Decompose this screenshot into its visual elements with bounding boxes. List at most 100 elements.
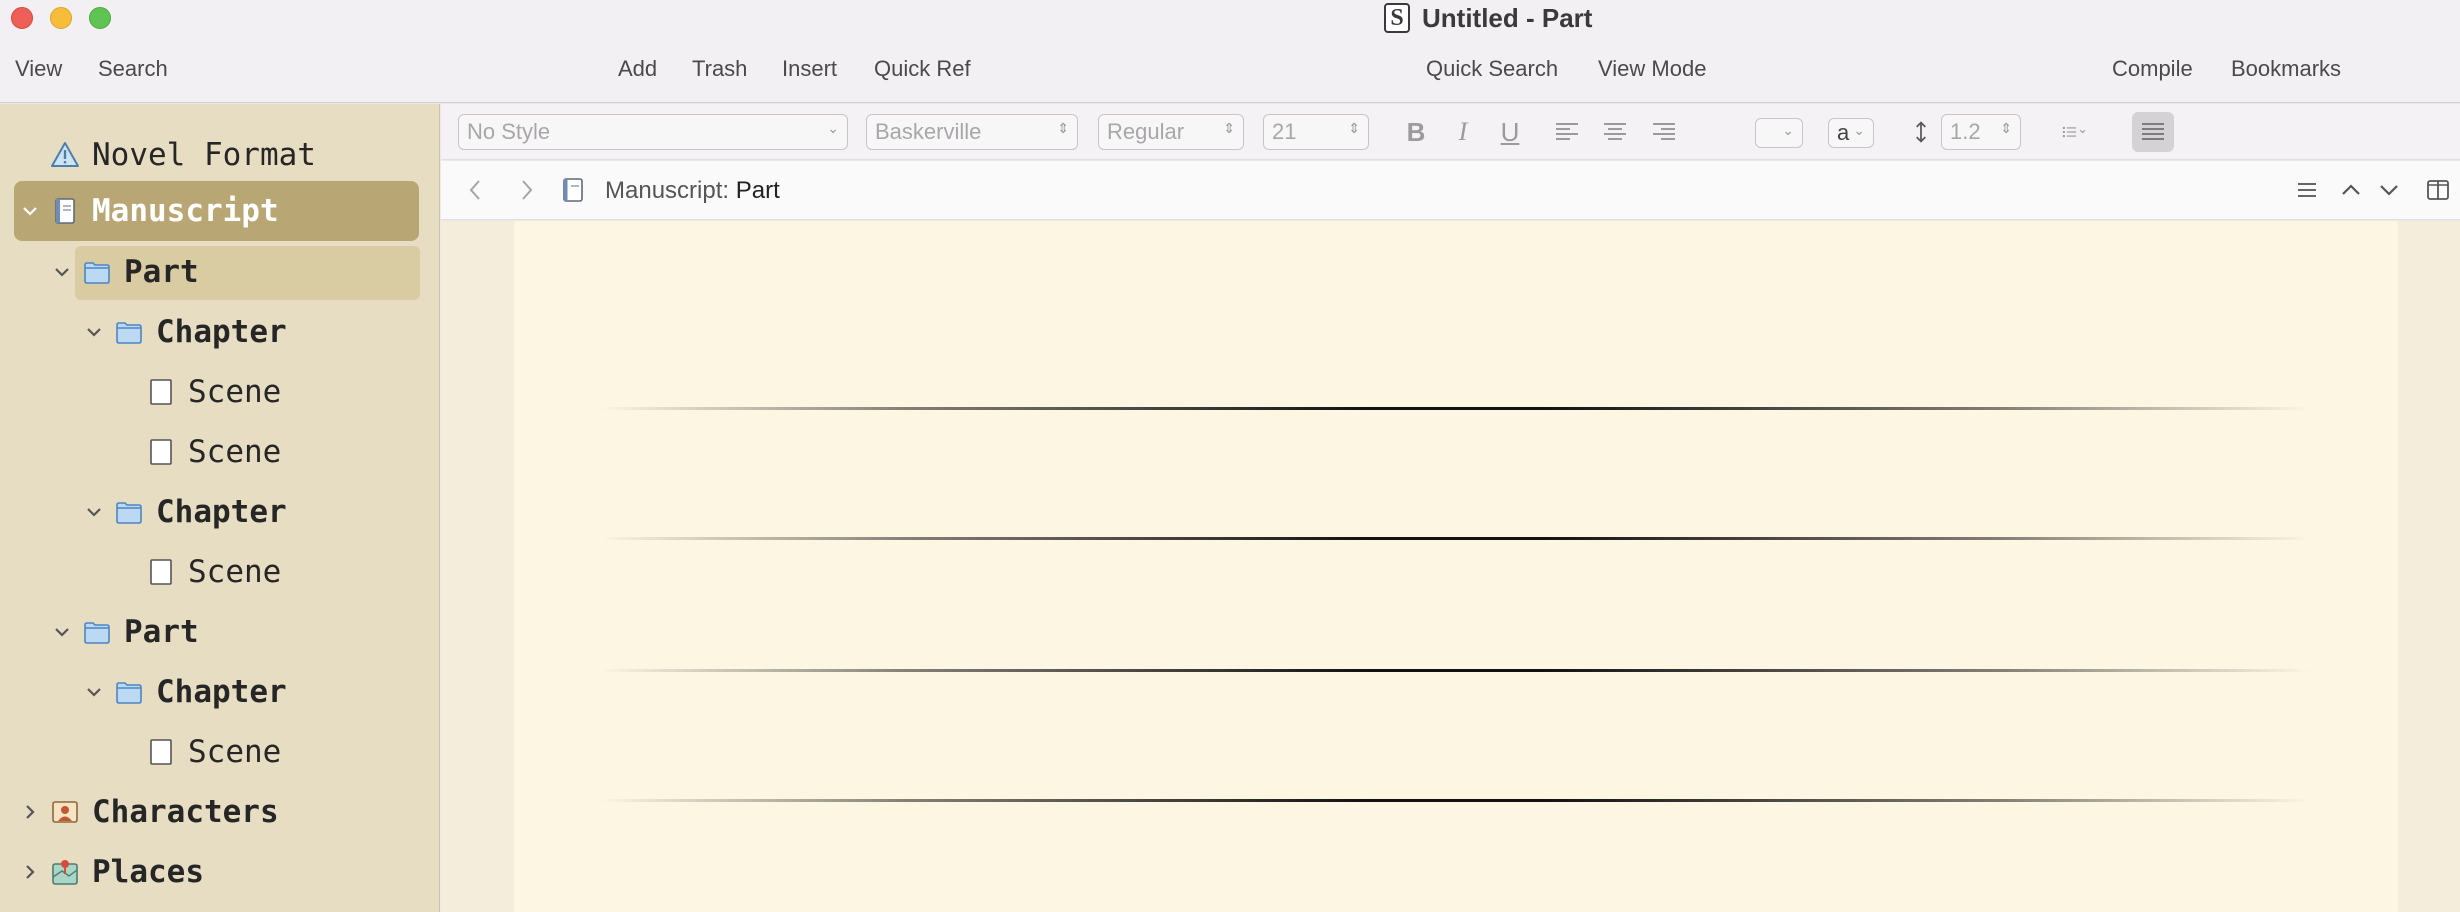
align-left-icon[interactable]: [1551, 116, 1583, 148]
paragraph-style-select[interactable]: No Style ⌄: [458, 114, 848, 150]
window-title: S Untitled - Part: [1384, 1, 1592, 35]
binder-item-label: Scene: [188, 734, 282, 770]
menu-lines-icon[interactable]: [2292, 175, 2322, 205]
scene-divider-line: [600, 537, 2310, 540]
scene-divider-line: [600, 407, 2310, 410]
binder-item-scene[interactable]: Scene: [146, 726, 281, 778]
warning-icon: [50, 140, 80, 170]
binder-item-label: Scene: [188, 374, 282, 410]
chevron-down-icon[interactable]: [51, 621, 73, 643]
zoom-window-button[interactable]: [89, 7, 111, 29]
text-color-select[interactable]: ⌄: [1755, 118, 1803, 148]
binder-item-chapter[interactable]: Chapter: [114, 666, 287, 718]
bold-button[interactable]: B: [1401, 116, 1431, 148]
binder-item-chapter[interactable]: Chapter: [114, 306, 287, 358]
document-icon: [146, 377, 176, 407]
binder-item-label: Characters: [92, 794, 279, 830]
font-family-value: Baskerville: [875, 119, 982, 144]
font-family-select[interactable]: Baskerville ⇕: [866, 114, 1078, 150]
trash-button[interactable]: Trash: [692, 56, 747, 82]
binder-item-places[interactable]: Places: [50, 846, 204, 898]
close-window-button[interactable]: [11, 7, 33, 29]
breadcrumb-current: Part: [735, 177, 780, 204]
back-arrow-icon[interactable]: [461, 175, 491, 205]
editor-page[interactable]: [514, 221, 2398, 912]
binder-item-part[interactable]: Part: [82, 606, 199, 658]
insert-button[interactable]: Insert: [782, 56, 837, 82]
line-spacing-icon: [1909, 116, 1933, 148]
quick-ref-button[interactable]: Quick Ref: [874, 56, 971, 82]
format-bar: No Style ⌄ Baskerville ⇕ Regular ⇕ 21 ⇕ …: [441, 104, 2460, 160]
breadcrumb[interactable]: Manuscript: Part: [605, 177, 780, 205]
underline-button[interactable]: U: [1495, 116, 1525, 148]
chevron-down-icon[interactable]: [83, 501, 105, 523]
document-icon: [146, 437, 176, 467]
manuscript-icon: [50, 196, 80, 226]
document-icon: [146, 737, 176, 767]
chevron-down-icon[interactable]: [83, 681, 105, 703]
editor-header-bar: Manuscript: Part: [441, 161, 2460, 220]
chevron-down-icon: ⌄: [1782, 122, 1794, 138]
folder-icon: [114, 677, 144, 707]
document-icon: [146, 557, 176, 587]
font-weight-value: Regular: [1107, 119, 1185, 144]
binder-item-characters[interactable]: Characters: [50, 786, 279, 838]
folder-icon: [82, 257, 112, 287]
chevron-right-icon[interactable]: [19, 861, 41, 883]
align-right-icon[interactable]: [1648, 116, 1680, 148]
font-weight-select[interactable]: Regular ⇕: [1098, 114, 1244, 150]
quick-search-button[interactable]: Quick Search: [1426, 56, 1558, 82]
search-button[interactable]: Search: [98, 56, 168, 82]
chevron-right-icon[interactable]: [19, 801, 41, 823]
stepper-arrows-icon: ⇕: [2000, 120, 2012, 136]
binder-item-label: Part: [124, 254, 199, 290]
binder-item-label: Chapter: [156, 674, 287, 710]
italic-button[interactable]: I: [1448, 116, 1478, 148]
binder-item-scene[interactable]: Scene: [146, 426, 281, 478]
scrivener-document-icon: S: [1384, 3, 1410, 33]
binder-item-label: Scene: [188, 554, 282, 590]
binder-item-label: Scene: [188, 434, 282, 470]
line-spacing-field[interactable]: 1.2 ⇕: [1941, 114, 2021, 150]
binder-item-label: Places: [92, 854, 204, 890]
binder-item-scene[interactable]: Scene: [146, 546, 281, 598]
paragraph-style-value: No Style: [467, 119, 551, 144]
list-bullets-icon[interactable]: [2051, 116, 2099, 148]
bookmarks-button[interactable]: Bookmarks: [2231, 56, 2341, 82]
binder-item-label: Manuscript: [92, 193, 279, 229]
binder-item-label: Part: [124, 614, 199, 650]
scene-divider-line: [600, 799, 2310, 802]
chevron-down-icon[interactable]: [83, 321, 105, 343]
minimize-window-button[interactable]: [50, 7, 72, 29]
align-justify-icon[interactable]: [2137, 116, 2169, 148]
binder-item-novel-format[interactable]: Novel Format: [50, 129, 316, 181]
binder-item-manuscript[interactable]: Manuscript: [50, 185, 279, 237]
places-icon: [50, 857, 80, 887]
scene-divider-line: [600, 669, 2310, 672]
folder-icon: [114, 317, 144, 347]
view-button[interactable]: View: [15, 56, 62, 82]
stepper-arrows-icon: ⇕: [1057, 120, 1069, 136]
binder-item-part[interactable]: Part: [82, 246, 199, 298]
forward-arrow-icon[interactable]: [511, 175, 541, 205]
binder-item-scene[interactable]: Scene: [146, 366, 281, 418]
chevron-down-icon[interactable]: [2374, 175, 2404, 205]
chevron-up-icon[interactable]: [2336, 175, 2366, 205]
highlight-color-select[interactable]: a ⌄: [1828, 118, 1874, 148]
chevron-down-icon[interactable]: [19, 200, 41, 222]
font-size-field[interactable]: 21 ⇕: [1263, 114, 1369, 150]
view-mode-button[interactable]: View Mode: [1598, 56, 1706, 82]
align-center-icon[interactable]: [1599, 116, 1631, 148]
split-editor-icon[interactable]: [2423, 175, 2453, 205]
add-button[interactable]: Add: [618, 56, 657, 82]
font-size-value: 21: [1272, 119, 1297, 144]
chevron-down-icon[interactable]: [51, 261, 73, 283]
binder-sidebar: Novel Format Manuscript Part Chapter Sce…: [0, 104, 440, 912]
binder-item-label: Chapter: [156, 494, 287, 530]
compile-button[interactable]: Compile: [2112, 56, 2193, 82]
binder-item-chapter[interactable]: Chapter: [114, 486, 287, 538]
chevron-down-icon: ⌄: [1853, 122, 1865, 138]
chevron-down-icon: ⌄: [827, 120, 839, 136]
folder-icon: [114, 497, 144, 527]
characters-icon: [50, 797, 80, 827]
